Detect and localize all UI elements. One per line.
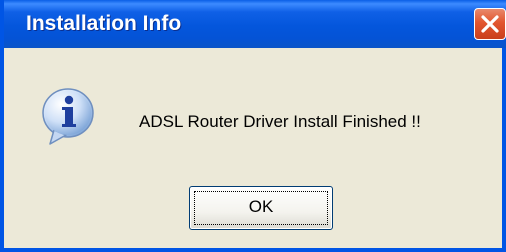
close-icon (481, 15, 499, 33)
installation-info-dialog: Installation Info ADSL Router Driver Ins… (0, 0, 506, 252)
ok-button[interactable]: OK (189, 186, 333, 230)
close-button[interactable] (474, 8, 506, 40)
info-icon (42, 88, 94, 145)
window-title: Installation Info (26, 12, 182, 35)
message-text: ADSL Router Driver Install Finished !! (139, 112, 421, 131)
ok-button-label: OK (248, 197, 274, 216)
title-bar[interactable]: Installation Info (4, 0, 506, 48)
